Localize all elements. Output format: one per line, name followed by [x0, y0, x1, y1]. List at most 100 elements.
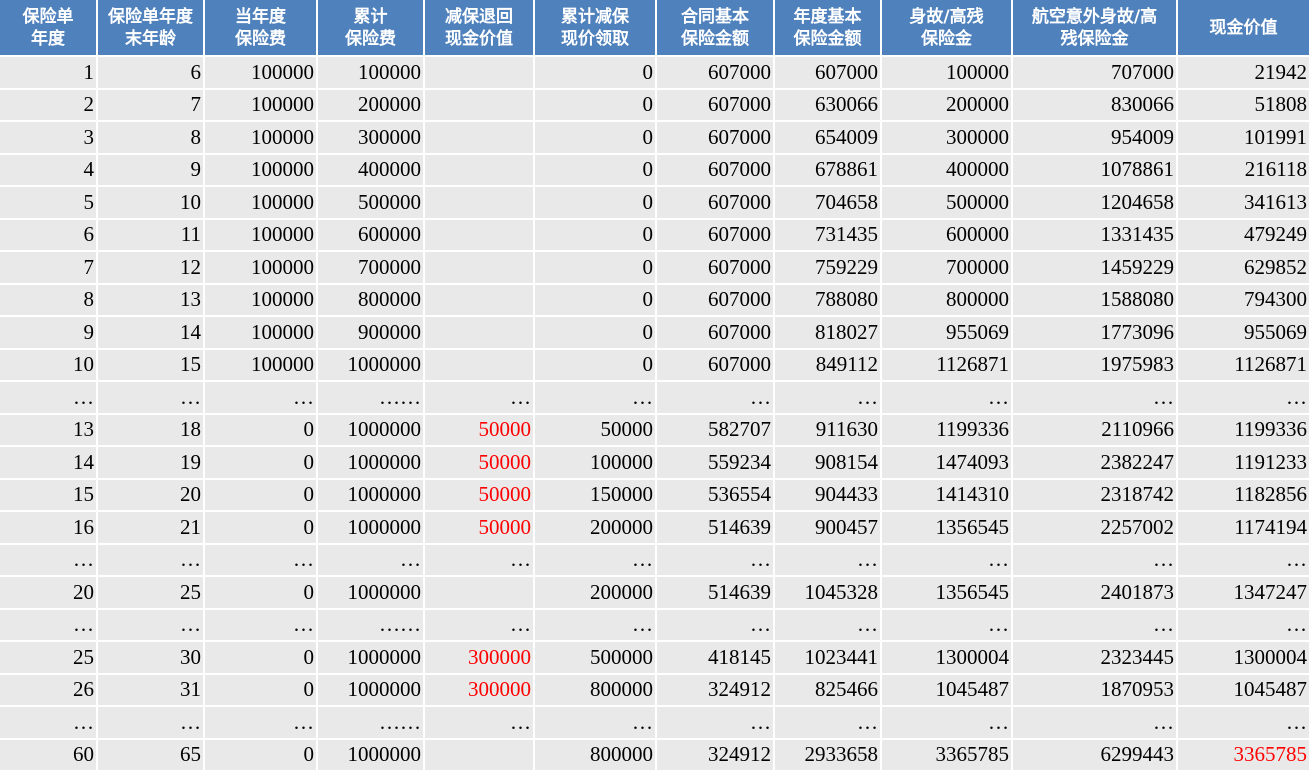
table-cell: 559234: [656, 446, 775, 480]
table-cell: 100000: [204, 348, 318, 382]
table-cell: 514639: [656, 576, 775, 610]
table-cell: 600000: [317, 218, 425, 252]
table-cell: …: [1012, 706, 1178, 740]
table-row: 26 31 0 1000000 300000 800000 324912 825466 1045…: [0, 673, 1311, 707]
table-cell: 300000: [424, 673, 535, 707]
table-cell: 1300004: [1177, 641, 1311, 675]
table-cell: …: [1177, 543, 1311, 577]
table-cell: 30: [97, 641, 205, 675]
table-cell: 0: [534, 218, 657, 252]
table-cell: …: [317, 543, 425, 577]
table-cell: 50000: [424, 413, 535, 447]
table-cell: 418145: [656, 641, 775, 675]
table-cell: [424, 576, 535, 610]
table-cell: 3365785: [1177, 738, 1311, 772]
table-cell: 607000: [656, 121, 775, 155]
table-cell: …: [534, 706, 657, 740]
table-cell: ……: [317, 608, 425, 642]
table-cell: 0: [204, 446, 318, 480]
table-cell: …: [774, 381, 882, 415]
table-cell: 0: [534, 283, 657, 317]
table-cell: 5: [0, 186, 98, 220]
table-cell: 800000: [881, 283, 1013, 317]
table-cell: 1773096: [1012, 316, 1178, 350]
table-row: 1 6 100000 100000 0 607000 607000 100000 707000 2…: [0, 56, 1311, 90]
table-cell: 6: [0, 218, 98, 252]
table-cell: 607000: [656, 251, 775, 285]
table-cell: 607000: [774, 56, 882, 90]
table-cell: 100000: [204, 121, 318, 155]
table-cell: …: [0, 381, 98, 415]
table-cell: 100000: [204, 316, 318, 350]
table-cell: 2401873: [1012, 576, 1178, 610]
table-cell: 704658: [774, 186, 882, 220]
table-cell: 25: [0, 641, 98, 675]
table-cell: 0: [534, 88, 657, 122]
table-cell: 100000: [204, 56, 318, 90]
table-cell: 400000: [881, 153, 1013, 187]
table-cell: 955069: [881, 316, 1013, 350]
table-cell: 101991: [1177, 121, 1311, 155]
table-cell: 1000000: [317, 641, 425, 675]
table-cell: 678861: [774, 153, 882, 187]
table-cell: 0: [204, 413, 318, 447]
table-cell: 100000: [204, 88, 318, 122]
table-cell: 911630: [774, 413, 882, 447]
table-cell: [424, 121, 535, 155]
table-cell: 0: [204, 478, 318, 512]
table-cell: 7: [97, 88, 205, 122]
table-cell: 31: [97, 673, 205, 707]
table-cell: 536554: [656, 478, 775, 512]
table-cell: 100000: [204, 153, 318, 187]
table-row: 4 9 100000 400000 0 607000 678861 400000 1078861…: [0, 153, 1311, 187]
column-header: 累计 保险费: [317, 0, 425, 57]
table-cell: 1414310: [881, 478, 1013, 512]
column-header: 航空意外身故/高 残保险金: [1012, 0, 1178, 57]
table-cell: 0: [534, 316, 657, 350]
table-cell: …: [774, 608, 882, 642]
table-cell: 8: [97, 121, 205, 155]
table-cell: 51808: [1177, 88, 1311, 122]
table-cell: 955069: [1177, 316, 1311, 350]
table-row: 60 65 0 1000000 800000 324912 2933658 3365785 62…: [0, 738, 1311, 772]
table-cell: 1204658: [1012, 186, 1178, 220]
table-row: 15 20 0 1000000 50000 150000 536554 904433 14143…: [0, 478, 1311, 512]
table-cell: 607000: [656, 186, 775, 220]
table-cell: 341613: [1177, 186, 1311, 220]
table-cell: …: [534, 608, 657, 642]
column-header: 年度基本 保险金额: [774, 0, 882, 57]
table-cell: 2318742: [1012, 478, 1178, 512]
table-row: ………………………………: [0, 706, 1311, 740]
table-cell: 2933658: [774, 738, 882, 772]
table-cell: …: [97, 706, 205, 740]
table-cell: 825466: [774, 673, 882, 707]
table-cell: 1000000: [317, 478, 425, 512]
table-cell: 13: [97, 283, 205, 317]
table-cell: 0: [534, 56, 657, 90]
table-cell: 607000: [656, 56, 775, 90]
table-cell: 20: [97, 478, 205, 512]
table-cell: [424, 218, 535, 252]
table-cell: [424, 738, 535, 772]
table-cell: 607000: [656, 283, 775, 317]
table-cell: 8: [0, 283, 98, 317]
table-cell: 607000: [656, 218, 775, 252]
table-cell: 900000: [317, 316, 425, 350]
table-cell: 0: [534, 153, 657, 187]
table-cell: 800000: [317, 283, 425, 317]
table-cell: 800000: [534, 738, 657, 772]
table-cell: …: [0, 543, 98, 577]
table-cell: 26: [0, 673, 98, 707]
table-cell: 14: [0, 446, 98, 480]
table-cell: 1126871: [881, 348, 1013, 382]
table-cell: 0: [204, 673, 318, 707]
table-cell: 19: [97, 446, 205, 480]
table-cell: 1870953: [1012, 673, 1178, 707]
table-row: 7 12 100000 700000 0 607000 759229 700000 145922…: [0, 251, 1311, 285]
table-cell: …: [204, 706, 318, 740]
table-cell: 1199336: [1177, 413, 1311, 447]
table-cell: 731435: [774, 218, 882, 252]
right-margin: [1310, 0, 1314, 778]
table-cell: …: [881, 543, 1013, 577]
table-cell: 18: [97, 413, 205, 447]
